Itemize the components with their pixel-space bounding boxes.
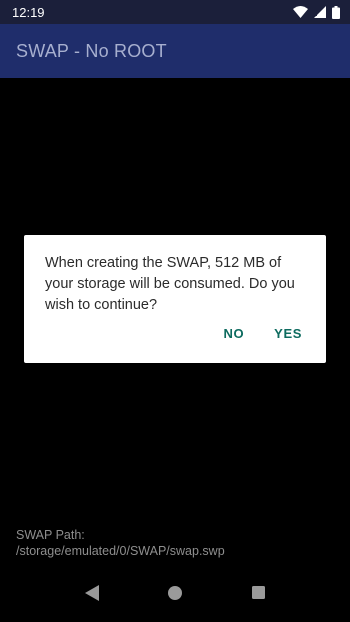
app-bar: SWAP - No ROOT — [0, 24, 350, 78]
home-icon — [167, 585, 182, 605]
cell-signal-icon: ! — [314, 6, 326, 18]
battery-icon — [332, 5, 340, 19]
dialog-message: When creating the SWAP, 512 MB of your s… — [45, 255, 295, 313]
recents-icon — [251, 586, 265, 604]
back-icon — [84, 584, 99, 606]
svg-text:!: ! — [315, 9, 318, 18]
app-title: SWAP - No ROOT — [16, 40, 167, 61]
status-bar: 12:19 ! — [0, 0, 350, 24]
status-time: 12:19 — [12, 4, 45, 20]
wifi-icon — [293, 6, 308, 18]
yes-button[interactable]: YES — [264, 318, 312, 349]
confirm-dialog: When creating the SWAP, 512 MB of your s… — [24, 235, 326, 363]
back-button[interactable] — [72, 575, 112, 615]
recents-button[interactable] — [238, 575, 278, 615]
home-button[interactable] — [155, 575, 195, 615]
no-button[interactable]: NO — [213, 318, 254, 349]
dialog-actions: NO YES — [213, 318, 312, 349]
navigation-bar — [0, 568, 350, 622]
status-icons: ! — [293, 5, 340, 19]
